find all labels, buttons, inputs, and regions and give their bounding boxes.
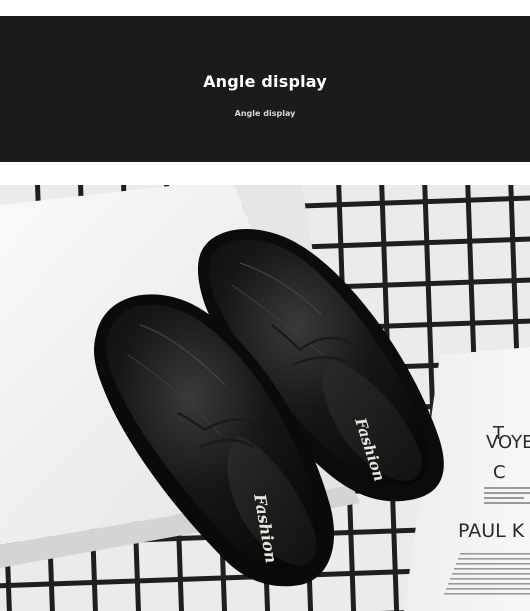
shoe-scene: T VOYE C PAUL K Fashion Fashion — [0, 185, 530, 611]
magazine-line-2: VOYE — [486, 432, 530, 453]
magazine-line-3: C — [493, 462, 506, 483]
header-subtitle: Angle display — [234, 109, 296, 118]
header-title: Angle display — [203, 72, 327, 91]
magazine-line-4: PAUL K — [458, 520, 525, 542]
product-photo: T VOYE C PAUL K Fashion Fashion — [0, 185, 530, 611]
